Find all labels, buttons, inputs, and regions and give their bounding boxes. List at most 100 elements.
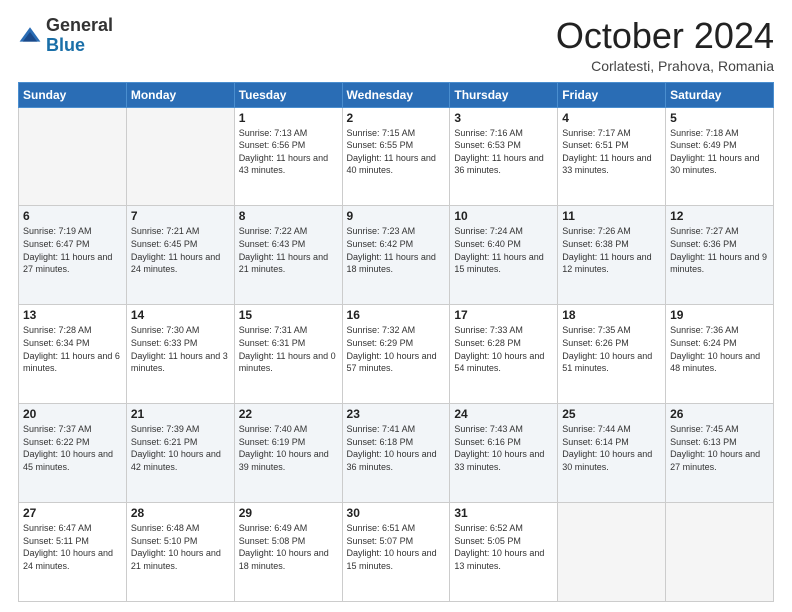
calendar-day-cell: 19 Sunrise: 7:36 AMSunset: 6:24 PMDayligh… (666, 305, 774, 404)
day-info: Sunrise: 7:43 AMSunset: 6:16 PMDaylight:… (454, 423, 553, 473)
calendar-day-cell: 26Sunrise: 7:45 AMSunset: 6:13 PMDayligh… (666, 404, 774, 503)
day-number: 20 (23, 407, 122, 421)
calendar-day-cell: 29 Sunrise: 6:49 AMSunset: 5:08 PMDayligh… (234, 503, 342, 602)
logo-general: General (46, 15, 113, 35)
day-number: 28 (131, 506, 230, 520)
day-info: Sunrise: 7:36 AMSunset: 6:24 PMDaylight:… (670, 324, 769, 374)
calendar-week-row: 13 Sunrise: 7:28 AMSunset: 6:34 PMDayligh… (19, 305, 774, 404)
calendar-day-cell (19, 107, 127, 206)
day-info: Sunrise: 7:39 AMSunset: 6:21 PMDaylight:… (131, 423, 230, 473)
calendar-day-cell: 30Sunrise: 6:51 AMSunset: 5:07 PMDayligh… (342, 503, 450, 602)
calendar-day-cell: 12Sunrise: 7:27 AMSunset: 6:36 PMDayligh… (666, 206, 774, 305)
day-info: Sunrise: 7:32 AMSunset: 6:29 PMDaylight:… (347, 324, 446, 374)
day-number: 8 (239, 209, 338, 223)
day-number: 11 (562, 209, 661, 223)
logo: General Blue (18, 16, 113, 56)
calendar-day-cell: 15 Sunrise: 7:31 AMSunset: 6:31 PMDayligh… (234, 305, 342, 404)
calendar-day-cell (558, 503, 666, 602)
calendar-day-cell: 22Sunrise: 7:40 AMSunset: 6:19 PMDayligh… (234, 404, 342, 503)
day-number: 29 (239, 506, 338, 520)
day-info: Sunrise: 7:41 AMSunset: 6:18 PMDaylight:… (347, 423, 446, 473)
day-info: Sunrise: 7:35 AMSunset: 6:26 PMDaylight:… (562, 324, 661, 374)
calendar-day-cell: 3 Sunrise: 7:16 AMSunset: 6:53 PMDaylight… (450, 107, 558, 206)
calendar-day-cell: 13 Sunrise: 7:28 AMSunset: 6:34 PMDayligh… (19, 305, 127, 404)
day-number: 12 (670, 209, 769, 223)
calendar-day-cell: 9 Sunrise: 7:23 AMSunset: 6:42 PMDaylight… (342, 206, 450, 305)
day-info: Sunrise: 7:30 AMSunset: 6:33 PMDaylight:… (131, 324, 230, 374)
day-info: Sunrise: 6:52 AMSunset: 5:05 PMDaylight:… (454, 522, 553, 572)
day-number: 23 (347, 407, 446, 421)
calendar-day-cell: 8 Sunrise: 7:22 AMSunset: 6:43 PMDaylight… (234, 206, 342, 305)
calendar-day-header: Thursday (450, 82, 558, 107)
calendar-day-cell (126, 107, 234, 206)
day-number: 14 (131, 308, 230, 322)
calendar-day-cell: 27 Sunrise: 6:47 AMSunset: 5:11 PMDayligh… (19, 503, 127, 602)
day-info: Sunrise: 7:21 AMSunset: 6:45 PMDaylight:… (131, 225, 230, 275)
calendar-day-cell: 24 Sunrise: 7:43 AMSunset: 6:16 PMDayligh… (450, 404, 558, 503)
day-info: Sunrise: 7:28 AMSunset: 6:34 PMDaylight:… (23, 324, 122, 374)
day-info: Sunrise: 7:40 AMSunset: 6:19 PMDaylight:… (239, 423, 338, 473)
day-info: Sunrise: 7:33 AMSunset: 6:28 PMDaylight:… (454, 324, 553, 374)
day-info: Sunrise: 7:22 AMSunset: 6:43 PMDaylight:… (239, 225, 338, 275)
logo-text: General Blue (46, 16, 113, 56)
day-number: 17 (454, 308, 553, 322)
day-number: 16 (347, 308, 446, 322)
page: General Blue October 2024 Corlatesti, Pr… (0, 0, 792, 612)
calendar-week-row: 6Sunrise: 7:19 AMSunset: 6:47 PMDaylight… (19, 206, 774, 305)
day-number: 18 (562, 308, 661, 322)
day-number: 3 (454, 111, 553, 125)
calendar-day-cell (666, 503, 774, 602)
calendar-day-cell: 21 Sunrise: 7:39 AMSunset: 6:21 PMDayligh… (126, 404, 234, 503)
calendar-header-row: SundayMondayTuesdayWednesdayThursdayFrid… (19, 82, 774, 107)
day-info: Sunrise: 7:16 AMSunset: 6:53 PMDaylight:… (454, 127, 553, 177)
calendar-day-cell: 2Sunrise: 7:15 AMSunset: 6:55 PMDaylight… (342, 107, 450, 206)
calendar-day-cell: 14 Sunrise: 7:30 AMSunset: 6:33 PMDayligh… (126, 305, 234, 404)
day-number: 25 (562, 407, 661, 421)
calendar-day-cell: 16 Sunrise: 7:32 AMSunset: 6:29 PMDayligh… (342, 305, 450, 404)
calendar-day-header: Saturday (666, 82, 774, 107)
day-number: 31 (454, 506, 553, 520)
day-info: Sunrise: 7:45 AMSunset: 6:13 PMDaylight:… (670, 423, 769, 473)
calendar-day-cell: 20 Sunrise: 7:37 AMSunset: 6:22 PMDayligh… (19, 404, 127, 503)
calendar-day-cell: 25 Sunrise: 7:44 AMSunset: 6:14 PMDayligh… (558, 404, 666, 503)
day-number: 21 (131, 407, 230, 421)
day-info: Sunrise: 7:18 AMSunset: 6:49 PMDaylight:… (670, 127, 769, 177)
calendar-day-cell: 28 Sunrise: 6:48 AMSunset: 5:10 PMDayligh… (126, 503, 234, 602)
calendar-day-cell: 18 Sunrise: 7:35 AMSunset: 6:26 PMDayligh… (558, 305, 666, 404)
calendar-day-header: Monday (126, 82, 234, 107)
calendar-day-header: Tuesday (234, 82, 342, 107)
day-info: Sunrise: 7:26 AMSunset: 6:38 PMDaylight:… (562, 225, 661, 275)
day-info: Sunrise: 7:44 AMSunset: 6:14 PMDaylight:… (562, 423, 661, 473)
day-info: Sunrise: 7:17 AMSunset: 6:51 PMDaylight:… (562, 127, 661, 177)
title-block: October 2024 Corlatesti, Prahova, Romani… (556, 16, 774, 74)
calendar-day-cell: 5Sunrise: 7:18 AMSunset: 6:49 PMDaylight… (666, 107, 774, 206)
day-number: 15 (239, 308, 338, 322)
day-info: Sunrise: 7:13 AMSunset: 6:56 PMDaylight:… (239, 127, 338, 177)
calendar-day-cell: 4 Sunrise: 7:17 AMSunset: 6:51 PMDaylight… (558, 107, 666, 206)
calendar-day-cell: 6Sunrise: 7:19 AMSunset: 6:47 PMDaylight… (19, 206, 127, 305)
day-number: 13 (23, 308, 122, 322)
day-number: 1 (239, 111, 338, 125)
day-number: 24 (454, 407, 553, 421)
calendar-week-row: 27 Sunrise: 6:47 AMSunset: 5:11 PMDayligh… (19, 503, 774, 602)
day-number: 7 (131, 209, 230, 223)
day-number: 27 (23, 506, 122, 520)
day-info: Sunrise: 6:48 AMSunset: 5:10 PMDaylight:… (131, 522, 230, 572)
day-number: 9 (347, 209, 446, 223)
calendar-day-header: Wednesday (342, 82, 450, 107)
day-number: 4 (562, 111, 661, 125)
day-number: 30 (347, 506, 446, 520)
day-info: Sunrise: 7:23 AMSunset: 6:42 PMDaylight:… (347, 225, 446, 275)
calendar-day-cell: 31 Sunrise: 6:52 AMSunset: 5:05 PMDayligh… (450, 503, 558, 602)
day-info: Sunrise: 6:49 AMSunset: 5:08 PMDaylight:… (239, 522, 338, 572)
day-info: Sunrise: 7:15 AMSunset: 6:55 PMDaylight:… (347, 127, 446, 177)
day-number: 19 (670, 308, 769, 322)
day-info: Sunrise: 7:24 AMSunset: 6:40 PMDaylight:… (454, 225, 553, 275)
day-number: 6 (23, 209, 122, 223)
calendar-day-header: Sunday (19, 82, 127, 107)
day-info: Sunrise: 6:47 AMSunset: 5:11 PMDaylight:… (23, 522, 122, 572)
day-info: Sunrise: 7:31 AMSunset: 6:31 PMDaylight:… (239, 324, 338, 374)
calendar-day-header: Friday (558, 82, 666, 107)
logo-icon (18, 24, 42, 48)
day-info: Sunrise: 7:37 AMSunset: 6:22 PMDaylight:… (23, 423, 122, 473)
